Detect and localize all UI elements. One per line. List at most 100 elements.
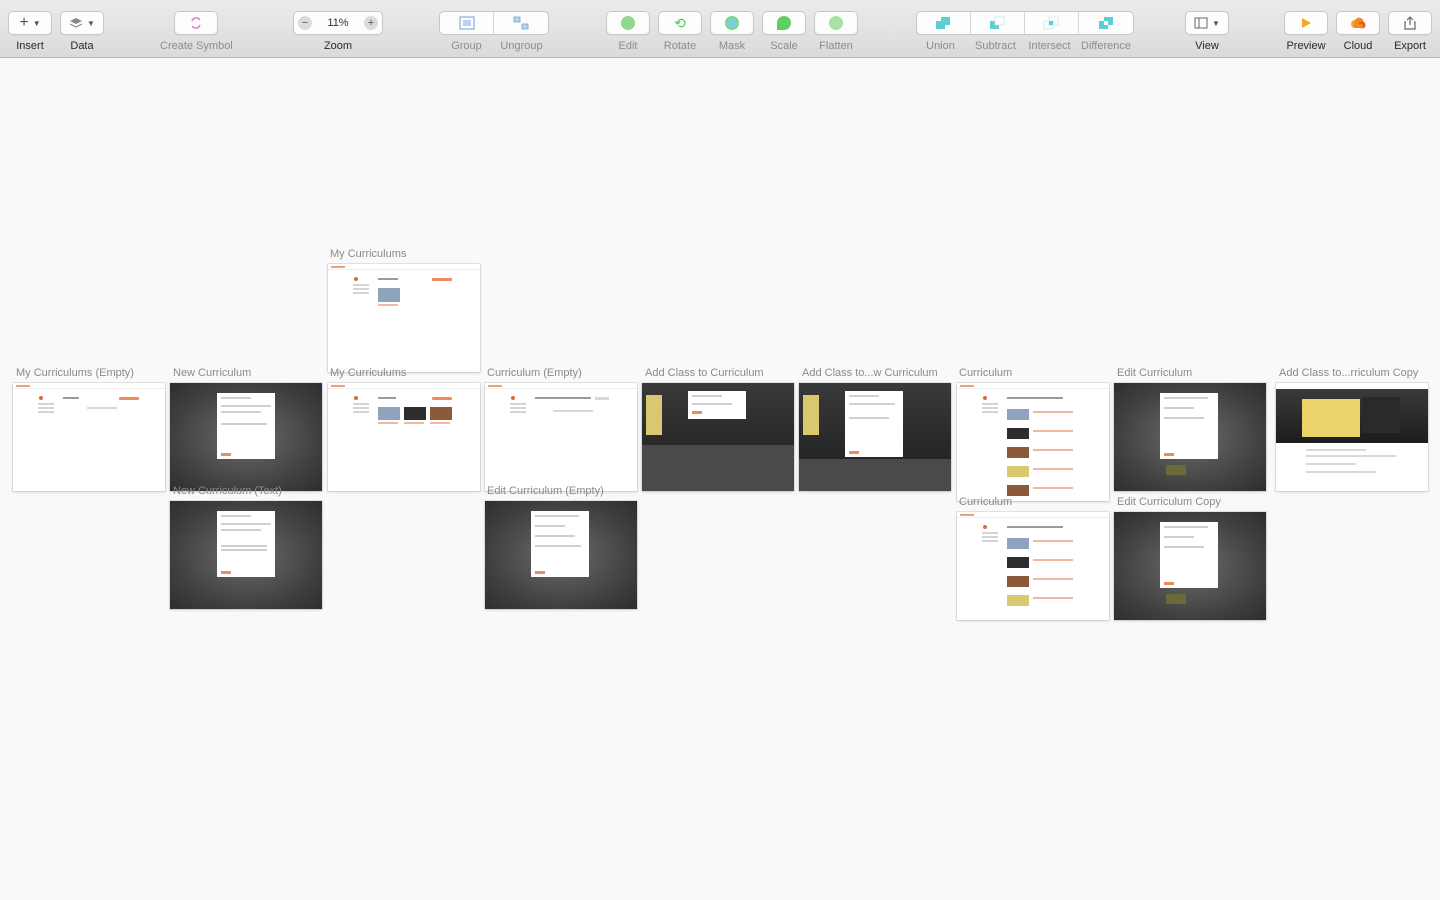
mask-button[interactable] <box>710 11 754 35</box>
create-symbol-label: Create Symbol <box>160 40 233 52</box>
artboard-curriculum[interactable] <box>957 383 1109 501</box>
intersect-button[interactable] <box>1025 12 1079 34</box>
ungroup-button[interactable] <box>494 12 548 34</box>
export-button[interactable] <box>1388 11 1432 35</box>
plus-icon: + <box>19 14 29 31</box>
flatten-icon <box>829 16 843 30</box>
subtract-icon <box>990 16 1005 29</box>
scale-button[interactable] <box>762 11 806 35</box>
cloud-icon <box>1351 17 1366 29</box>
flatten-tool[interactable]: Flatten <box>814 11 858 52</box>
cloud-button[interactable] <box>1336 11 1380 35</box>
artboard-my-curriculums[interactable] <box>328 383 480 491</box>
artboard-edit-curriculum-copy[interactable] <box>1114 512 1266 620</box>
artboard-label-add-class-to-curriculum[interactable]: Add Class to Curriculum <box>645 367 764 379</box>
canvas[interactable]: My Curriculums My Curriculums (Empty) Ne… <box>0 59 1440 900</box>
preview-tool[interactable]: Preview <box>1284 11 1328 52</box>
artboard-label-my-curriculums-top[interactable]: My Curriculums <box>330 248 406 260</box>
edit-button[interactable] <box>606 11 650 35</box>
intersect-label: Intersect <box>1028 40 1071 52</box>
group-segment <box>439 11 549 35</box>
group-icon <box>459 16 474 30</box>
scale-label: Scale <box>770 40 798 52</box>
export-label: Export <box>1394 40 1426 52</box>
chevron-down-icon: ▼ <box>32 18 41 28</box>
artboard-edit-curriculum[interactable] <box>1114 383 1266 491</box>
data-button[interactable]: ▼ <box>60 11 104 35</box>
artboard-label-my-curriculums-empty[interactable]: My Curriculums (Empty) <box>16 367 166 379</box>
preview-button[interactable] <box>1284 11 1328 35</box>
view-button[interactable]: ▼ <box>1185 11 1229 35</box>
artboard-label-edit-curriculum[interactable]: Edit Curriculum <box>1117 367 1192 379</box>
union-icon <box>936 17 950 29</box>
zoom-tool[interactable]: − 11% + Zoom <box>293 11 383 52</box>
ungroup-label: Ungroup <box>500 40 543 52</box>
artboard-add-class-to-curriculum[interactable] <box>642 383 794 491</box>
difference-icon <box>1098 17 1113 29</box>
mask-tool[interactable]: Mask <box>710 11 754 52</box>
artboard-my-curriculums-empty[interactable] <box>13 383 165 491</box>
view-label: View <box>1195 40 1219 52</box>
mask-icon <box>725 16 739 30</box>
layers-icon <box>69 18 83 28</box>
difference-label: Difference <box>1081 40 1131 52</box>
artboard-add-class-copy[interactable] <box>1276 383 1428 491</box>
play-icon <box>1302 18 1311 28</box>
boolean-ops-tool: Union Subtract Intersect Difference <box>913 11 1136 52</box>
subtract-button[interactable] <box>971 12 1025 34</box>
subtract-label: Subtract <box>975 40 1016 52</box>
artboard-new-curriculum[interactable] <box>170 383 322 491</box>
create-symbol-button[interactable] <box>174 11 219 35</box>
flatten-button[interactable] <box>814 11 858 35</box>
zoom-in-button[interactable]: + <box>363 16 378 30</box>
preview-label: Preview <box>1286 40 1326 52</box>
view-icon <box>1194 17 1208 29</box>
zoom-out-button[interactable]: − <box>298 16 312 30</box>
cloud-tool[interactable]: Cloud <box>1336 11 1380 52</box>
union-button[interactable] <box>917 12 971 34</box>
zoom-control[interactable]: − 11% + <box>293 11 383 35</box>
artboard-my-curriculums-top[interactable] <box>328 264 480 372</box>
artboard-curriculum-2[interactable] <box>957 512 1109 620</box>
insert-tool[interactable]: + ▼ Insert <box>8 11 52 52</box>
artboard-label-new-curriculum-text[interactable]: New Curriculum (Text) <box>173 485 282 497</box>
zoom-label: Zoom <box>323 40 353 52</box>
artboard-label-edit-curriculum-empty[interactable]: Edit Curriculum (Empty) <box>487 485 604 497</box>
edit-label: Edit <box>618 40 638 52</box>
toolbar: + ▼ Insert ▼ Data Create Symbol − 11% + Z… <box>0 0 1440 58</box>
artboard-label-curriculum-empty[interactable]: Curriculum (Empty) <box>487 367 582 379</box>
group-ungroup-tool: Group Ungroup <box>439 11 549 52</box>
data-label: Data <box>70 40 94 52</box>
export-tool[interactable]: Export <box>1388 11 1432 52</box>
edit-tool[interactable]: Edit <box>606 11 650 52</box>
rotate-label: Rotate <box>663 40 697 52</box>
data-tool[interactable]: ▼ Data <box>60 11 104 52</box>
cloud-label: Cloud <box>1343 40 1373 52</box>
artboard-label-my-curriculums[interactable]: My Curriculums <box>330 367 406 379</box>
artboard-label-edit-curriculum-copy[interactable]: Edit Curriculum Copy <box>1117 496 1221 508</box>
boolean-segment <box>915 11 1134 35</box>
artboard-new-curriculum-text[interactable] <box>170 501 322 609</box>
artboard-label-curriculum-2[interactable]: Curriculum <box>959 496 1012 508</box>
chevron-down-icon: ▼ <box>1212 18 1220 28</box>
artboard-add-class-to-new-curriculum[interactable] <box>799 383 951 491</box>
artboard-curriculum-empty[interactable] <box>485 383 637 491</box>
artboard-edit-curriculum-empty[interactable] <box>485 501 637 609</box>
group-label: Group <box>451 40 482 52</box>
rotate-tool[interactable]: ⟲ Rotate <box>658 11 702 52</box>
artboard-label-curriculum[interactable]: Curriculum <box>959 367 1012 379</box>
insert-label: Insert <box>16 40 44 52</box>
share-icon <box>1404 16 1416 30</box>
rotate-button[interactable]: ⟲ <box>658 11 702 35</box>
artboard-label-add-class-copy[interactable]: Add Class to...rriculum Copy <box>1279 367 1429 379</box>
scale-tool[interactable]: Scale <box>762 11 806 52</box>
view-tool[interactable]: ▼ View <box>1185 11 1229 52</box>
intersect-icon <box>1043 16 1059 30</box>
union-label: Union <box>926 40 955 52</box>
insert-button[interactable]: + ▼ <box>8 11 52 35</box>
artboard-label-add-class-to-new-curriculum[interactable]: Add Class to...w Curriculum <box>802 367 952 379</box>
artboard-label-new-curriculum[interactable]: New Curriculum <box>173 367 251 379</box>
difference-button[interactable] <box>1079 12 1133 34</box>
create-symbol-tool[interactable]: Create Symbol <box>160 11 233 52</box>
group-button[interactable] <box>440 12 494 34</box>
